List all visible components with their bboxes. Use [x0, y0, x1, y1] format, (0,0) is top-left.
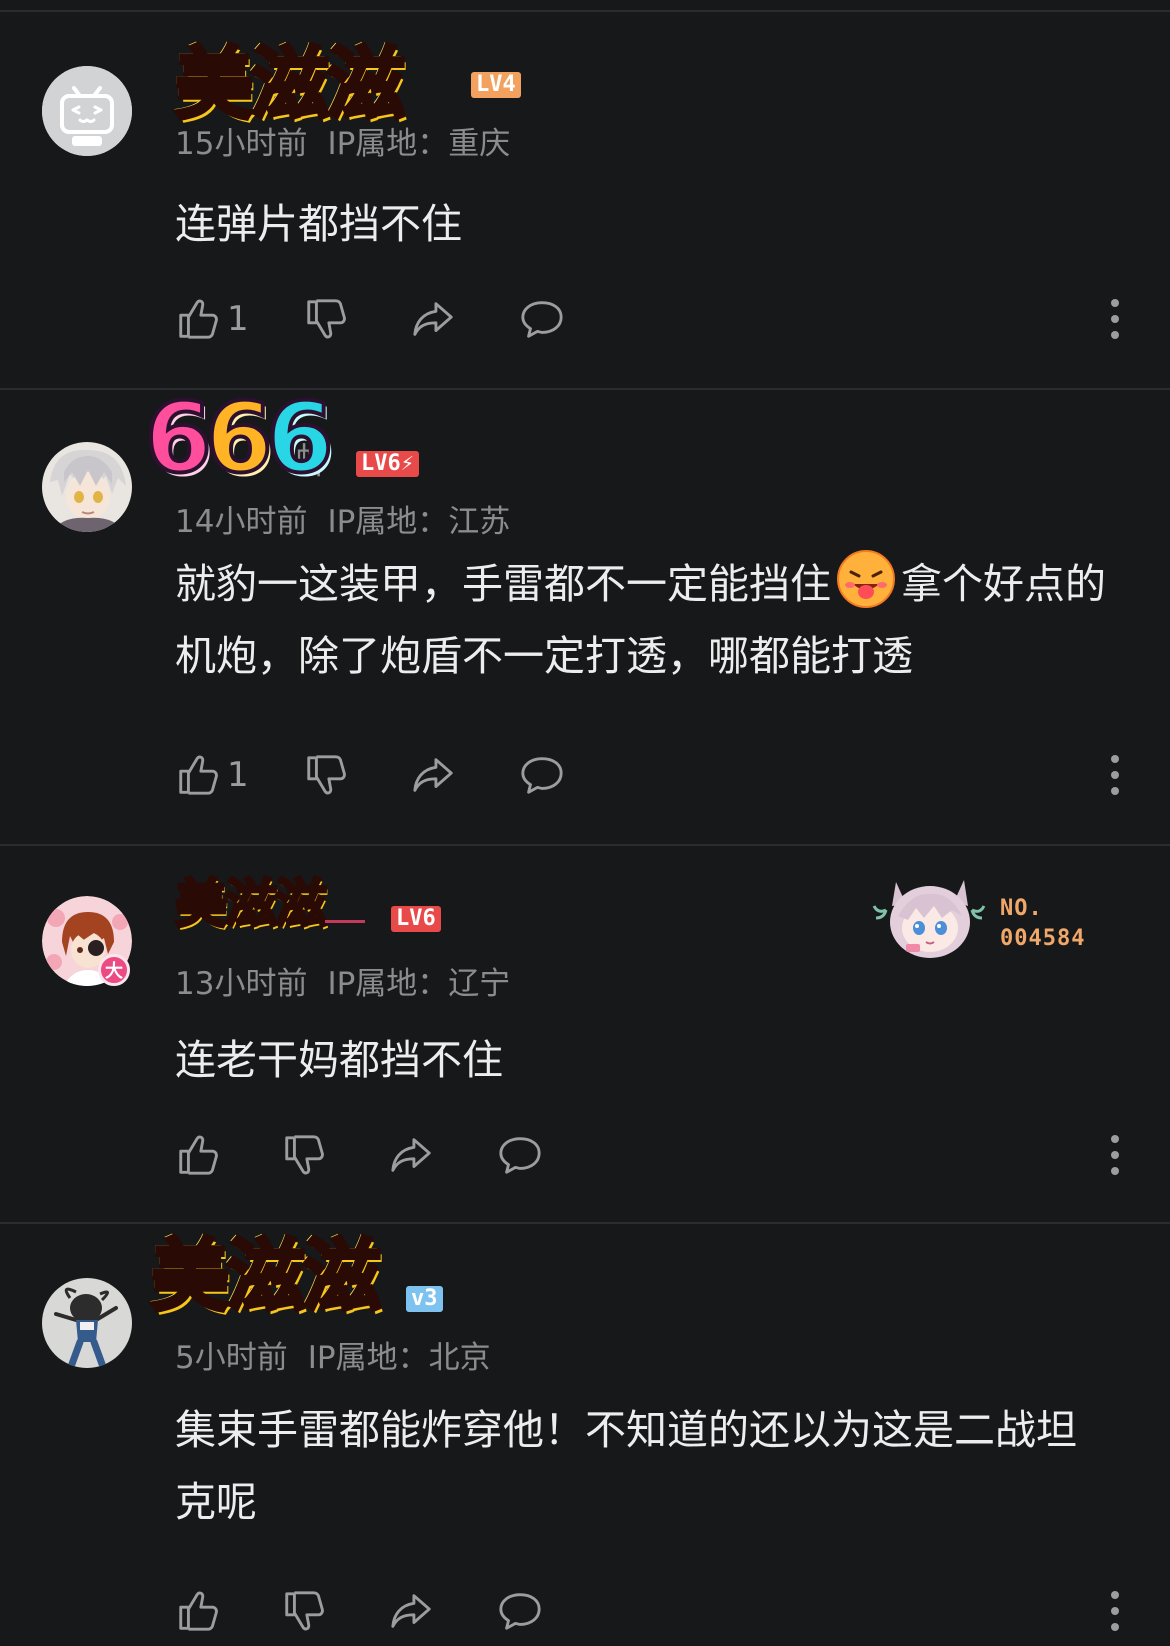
name-sticker: 美滋滋	[149, 1230, 383, 1324]
more-options-button[interactable]	[1105, 1130, 1125, 1180]
name-row: 美滋滋	[173, 862, 575, 937]
dislike-button[interactable]	[281, 1586, 327, 1636]
ip-location: IP属地：北京	[307, 1340, 491, 1376]
comment-meta: 15小时前 IP属地：重庆	[175, 118, 510, 163]
share-arrow-icon	[413, 302, 453, 336]
vertical-dots-icon	[1111, 1135, 1119, 1175]
reply-button[interactable]	[497, 1586, 543, 1636]
thumbs-up-icon	[179, 755, 218, 795]
comment-item: 虾 666 LV6⚡ 14小时前 IP属地：江苏 就豹一这装甲，手雷都不一定能挡住…	[0, 380, 1170, 844]
like-count: 1	[227, 299, 249, 339]
avatar[interactable]	[42, 66, 132, 156]
ip-location: IP属地：辽宁	[327, 966, 511, 1002]
fan-badge-value: 004584	[1000, 926, 1086, 951]
share-button[interactable]	[389, 1586, 435, 1636]
name-row: 虾 666	[143, 380, 475, 496]
dislike-button[interactable]	[303, 294, 349, 344]
dislike-button[interactable]	[281, 1130, 327, 1180]
avatar-badge: 大	[98, 954, 130, 986]
vertical-dots-icon	[1111, 1591, 1119, 1631]
comment-time: 15小时前	[175, 126, 308, 162]
more-options-button[interactable]	[1105, 294, 1125, 344]
comment-text: 就豹一这装甲，手雷都不一定能挡住 拿个好点的机炮，除了炮盾不一定打透，哪都能打透	[175, 548, 1135, 692]
tongue-out-face-icon	[837, 550, 895, 608]
comment-text-part1: 就豹一这装甲，手雷都不一定能挡住	[175, 560, 831, 608]
level-badge: LV4	[471, 72, 521, 98]
comment-bubble-icon	[521, 301, 563, 338]
fan-badge-number: NO. 004584	[1000, 894, 1085, 954]
sticker-underline	[325, 920, 365, 923]
level-badge: LV6⚡	[356, 451, 419, 477]
like-button[interactable]: 1	[175, 750, 249, 800]
avatar[interactable]	[42, 1278, 132, 1368]
like-button[interactable]	[175, 1130, 227, 1180]
comment-meta: 5小时前 IP属地：北京	[175, 1332, 491, 1377]
level-badge: v3	[406, 1286, 443, 1312]
share-arrow-icon	[413, 758, 453, 792]
ip-location: IP属地：江苏	[327, 504, 511, 540]
vertical-dots-icon	[1111, 755, 1119, 795]
share-button[interactable]	[411, 294, 457, 344]
action-bar: 1	[175, 294, 1125, 344]
vertical-dots-icon	[1111, 299, 1119, 339]
like-button[interactable]: 1	[175, 294, 249, 344]
comment-item: 大 美滋滋 LV6 NO. 004584 13小时前 IP属地：辽宁 连老干妈都…	[0, 846, 1170, 1222]
comment-text: 连老干妈都挡不住	[175, 1036, 503, 1084]
share-button[interactable]	[411, 750, 457, 800]
comment-bubble-icon	[499, 1593, 541, 1630]
anime-silver-hair-avatar-icon	[42, 442, 132, 532]
dislike-button[interactable]	[303, 750, 349, 800]
reply-button[interactable]	[497, 1130, 543, 1180]
avatar[interactable]	[42, 442, 132, 532]
thumbs-up-icon	[179, 1135, 218, 1175]
thumbs-up-icon	[179, 1591, 218, 1631]
comment-bubble-icon	[521, 757, 563, 794]
share-arrow-icon	[391, 1594, 431, 1628]
comment-time: 14小时前	[175, 504, 308, 540]
share-button[interactable]	[389, 1130, 435, 1180]
level-badge: LV6	[391, 906, 441, 932]
more-options-button[interactable]	[1105, 1586, 1125, 1636]
thumbs-down-icon	[285, 1591, 324, 1631]
thumbs-down-icon	[307, 755, 346, 795]
comment-bubble-icon	[499, 1137, 541, 1174]
thumbs-down-icon	[285, 1135, 324, 1175]
comment-meta: 13小时前 IP属地：辽宁	[175, 958, 510, 1003]
comment-time: 5小时前	[175, 1340, 288, 1376]
comment-item: 美滋滋 v3 5小时前 IP属地：北京 集束手雷都能炸穿他！不知道的还以为这是二战…	[0, 1224, 1170, 1646]
ip-location: IP属地：重庆	[327, 126, 511, 162]
fan-badge[interactable]: NO. 004584	[872, 866, 1102, 966]
like-count: 1	[227, 755, 249, 795]
thumbs-down-icon	[307, 299, 346, 339]
name-sticker: 美滋滋	[173, 874, 328, 937]
photo-person-jumping-avatar-icon	[42, 1278, 132, 1368]
thumbs-up-icon	[179, 299, 218, 339]
reply-button[interactable]	[519, 750, 565, 800]
action-bar: 1	[175, 750, 1125, 800]
reply-button[interactable]	[519, 294, 565, 344]
comment-meta: 14小时前 IP属地：江苏	[175, 496, 510, 541]
cat-girl-fan-badge-icon	[872, 880, 986, 958]
more-options-button[interactable]	[1105, 750, 1125, 800]
avatar[interactable]: 大	[42, 896, 132, 986]
fan-badge-label: NO.	[1000, 896, 1043, 921]
like-button[interactable]	[175, 1586, 227, 1636]
comment-time: 13小时前	[175, 966, 308, 1002]
action-bar	[175, 1586, 1125, 1636]
comment-text: 连弹片都挡不住	[175, 200, 462, 248]
comment-text: 集束手雷都能炸穿他！不知道的还以为这是二战坦克呢	[175, 1406, 1077, 1526]
default-tv-avatar-icon	[42, 66, 132, 156]
action-bar	[175, 1130, 1125, 1180]
name-row: 美滋滋	[149, 1224, 575, 1324]
name-sticker: 666	[143, 380, 335, 496]
share-arrow-icon	[391, 1138, 431, 1172]
comment-item: 美滋滋 LV4 15小时前 IP属地：重庆 连弹片都挡不住 1	[0, 0, 1170, 390]
